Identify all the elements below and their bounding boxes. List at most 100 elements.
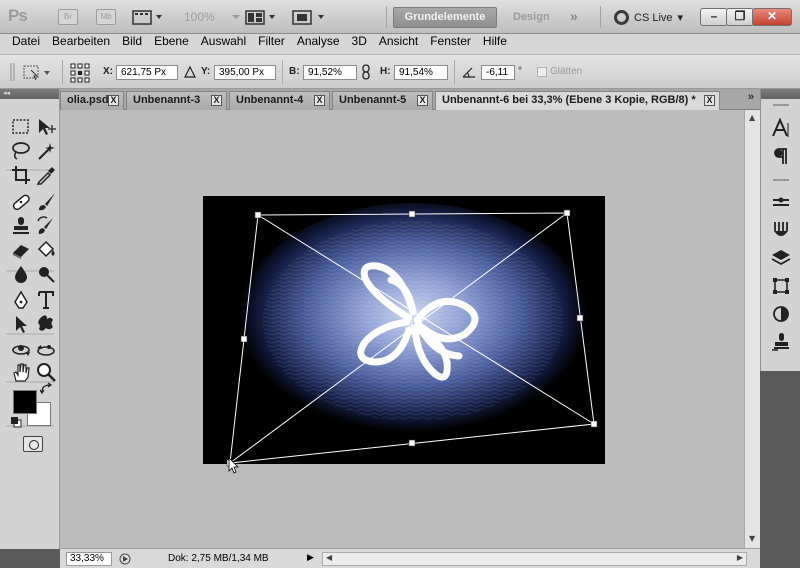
rectangle-marquee-tool[interactable] [10, 116, 32, 138]
masks-icon [774, 222, 788, 236]
document-size-info[interactable]: Dok: 2,75 MB/1,34 MB [168, 553, 269, 564]
width-field[interactable]: 91,52% [303, 65, 357, 80]
menu-bearbeiten[interactable]: Bearbeiten [46, 34, 116, 54]
panel-grip [773, 179, 789, 181]
tab-unbenannt-5[interactable]: Unbenannt-5 X [332, 91, 433, 110]
more-tabs-button[interactable]: » [748, 91, 754, 103]
clone-source-panel-button[interactable] [770, 331, 792, 353]
menu-ebene[interactable]: Ebene [148, 34, 195, 54]
layers-panel-button[interactable] [770, 247, 792, 269]
close-window-button[interactable]: ✕ [752, 8, 792, 26]
hand-tool[interactable] [10, 361, 32, 383]
text-tool[interactable] [35, 289, 57, 311]
custom-shape-tool[interactable] [35, 313, 57, 335]
view-extras-icon[interactable] [132, 9, 166, 25]
menu-3d[interactable]: 3D [346, 34, 373, 54]
workspace-grundelemente-button[interactable]: Grundelemente [393, 7, 497, 28]
tool-preset-icon[interactable] [22, 64, 56, 82]
tab-unbenannt-3[interactable]: Unbenannt-3 X [126, 91, 227, 110]
arrange-documents-icon[interactable] [245, 9, 279, 25]
reference-point-icon[interactable] [70, 63, 90, 83]
styles-panel-button[interactable] [770, 303, 792, 325]
pen-icon [14, 290, 28, 309]
bridge-button[interactable]: Br [58, 9, 78, 25]
mini-bridge-button[interactable]: Mb [96, 9, 116, 25]
clone-stamp-tool[interactable] [10, 215, 32, 237]
panel-expand-header[interactable] [761, 89, 800, 99]
relative-position-icon[interactable] [184, 65, 196, 79]
tab-olia[interactable]: olia.psd X [60, 91, 124, 110]
magic-wand-tool[interactable] [35, 140, 57, 162]
adjustments-panel-button[interactable] [770, 191, 792, 213]
rotation-field[interactable]: -6,11 [481, 65, 515, 80]
swap-colors-icon[interactable] [40, 382, 54, 394]
scroll-right-icon[interactable]: ▶ [737, 553, 743, 562]
close-tab-button[interactable]: X [211, 95, 222, 106]
character-panel-button[interactable] [770, 117, 792, 139]
masks-panel-button[interactable] [770, 219, 792, 241]
tab-unbenannt-6[interactable]: Unbenannt-6 bei 33,3% (Ebene 3 Kopie, RG… [435, 91, 720, 110]
menu-filter[interactable]: Filter [252, 34, 291, 54]
link-icon[interactable] [361, 64, 371, 80]
document-image[interactable] [203, 196, 605, 464]
brush-tool[interactable] [35, 191, 57, 213]
preview-icon[interactable] [118, 552, 132, 566]
vertical-scrollbar[interactable]: ▲ ▼ [744, 110, 760, 548]
menu-bar: Datei Bearbeiten Bild Ebene Auswahl Filt… [0, 34, 800, 55]
close-tab-button[interactable]: X [314, 95, 325, 106]
workspace-design-button[interactable]: Design [513, 11, 550, 23]
pen-tool[interactable] [10, 289, 32, 311]
zoom-level[interactable]: 100% [184, 10, 215, 24]
scroll-down-icon[interactable]: ▼ [749, 534, 755, 543]
3d-orbit-tool[interactable] [35, 339, 57, 361]
workspace-more-button[interactable]: » [570, 8, 578, 24]
cs-live-button[interactable]: CS Live ▾ [614, 9, 683, 26]
menu-ansicht[interactable]: Ansicht [373, 34, 424, 54]
paths-panel-button[interactable] [770, 275, 792, 297]
y-position-field[interactable]: 395,00 Px [214, 65, 276, 80]
close-tab-button[interactable]: X [417, 95, 428, 106]
eyedropper-tool[interactable] [35, 164, 57, 186]
blur-tool[interactable] [10, 263, 32, 285]
3d-rotate-tool[interactable] [10, 339, 32, 361]
smooth-checkbox[interactable]: Glätten [537, 66, 582, 77]
scroll-left-icon[interactable]: ◀ [326, 553, 332, 562]
eraser-tool[interactable] [10, 239, 32, 261]
tab-unbenannt-4[interactable]: Unbenannt-4 X [229, 91, 330, 110]
path-selection-tool[interactable] [10, 313, 32, 335]
status-menu-arrow-icon[interactable]: ▶ [307, 553, 314, 563]
restore-button[interactable]: ❐ [726, 8, 754, 26]
foreground-color-swatch[interactable] [13, 390, 37, 414]
menu-datei[interactable]: Datei [6, 34, 46, 54]
menu-bild[interactable]: Bild [116, 34, 148, 54]
menu-analyse[interactable]: Analyse [291, 34, 346, 54]
history-brush-tool[interactable] [35, 215, 57, 237]
scroll-up-icon[interactable]: ▲ [749, 113, 755, 122]
horizontal-scrollbar[interactable]: ◀ ▶ [322, 552, 747, 566]
menu-hilfe[interactable]: Hilfe [477, 34, 513, 54]
quick-mask-button[interactable] [23, 436, 43, 452]
hand-icon [13, 363, 30, 382]
close-tab-button[interactable]: X [704, 95, 715, 106]
paragraph-icon [774, 148, 787, 164]
spot-healing-tool[interactable] [10, 191, 32, 213]
minimize-button[interactable]: – [700, 8, 728, 26]
x-position-field[interactable]: 621,75 Px [116, 65, 178, 80]
default-colors-icon[interactable] [10, 416, 22, 428]
zoom-tool[interactable] [35, 361, 57, 383]
dodge-tool[interactable] [35, 263, 57, 285]
zoom-dropdown-icon[interactable] [230, 9, 242, 25]
zoom-field[interactable]: 33,33% [66, 552, 112, 566]
height-field[interactable]: 91,54% [394, 65, 448, 80]
options-grip-icon [10, 63, 15, 81]
move-tool[interactable] [35, 116, 57, 138]
close-tab-button[interactable]: X [108, 95, 119, 106]
paint-bucket-tool[interactable] [35, 239, 57, 261]
screen-mode-icon[interactable] [290, 9, 330, 25]
paragraph-panel-button[interactable] [770, 145, 792, 167]
menu-auswahl[interactable]: Auswahl [195, 34, 252, 54]
menu-fenster[interactable]: Fenster [424, 34, 477, 54]
water-drop-icon [15, 266, 27, 283]
crop-tool[interactable] [10, 164, 32, 186]
lasso-tool[interactable] [10, 140, 32, 162]
